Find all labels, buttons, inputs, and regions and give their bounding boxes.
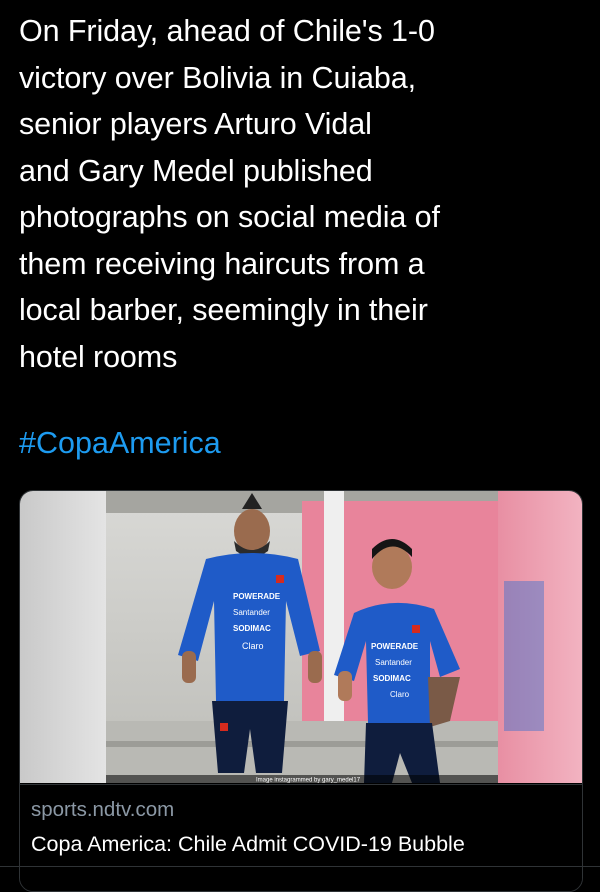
svg-text:POWERADE: POWERADE xyxy=(233,592,281,601)
tweet-text-line: On Friday, ahead of Chile's 1-0 xyxy=(19,14,435,48)
divider xyxy=(0,866,600,867)
hashtag-link[interactable]: #CopaAmerica xyxy=(19,420,221,466)
tweet-text-line: hotel rooms xyxy=(19,339,178,374)
tweet-text: On Friday, ahead of Chile's 1-0 victory … xyxy=(19,8,579,380)
card-domain: sports.ndtv.com xyxy=(31,798,175,821)
image-watermark: Image instagrammed by gary_medel17 xyxy=(256,778,361,784)
card-image[interactable]: POWERADE Santander SODIMAC Claro POWERAD… xyxy=(20,491,582,783)
card-title[interactable]: Copa America: Chile Admit COVID-19 Bubbl… xyxy=(31,830,465,858)
svg-text:Santander: Santander xyxy=(233,608,270,617)
tweet-text-line: them receiving haircuts from a xyxy=(19,246,425,281)
tweet-text-line: victory over Bolivia in Cuiaba, xyxy=(19,60,416,95)
card-footer[interactable]: sports.ndtv.com Copa America: Chile Admi… xyxy=(20,784,582,891)
svg-text:POWERADE: POWERADE xyxy=(371,642,419,651)
svg-text:SODIMAC: SODIMAC xyxy=(233,624,271,633)
tweet-text-line: and Gary Medel published xyxy=(19,153,373,188)
tweet-text-line: photographs on social media of xyxy=(19,200,440,234)
tweet-text-line: senior players Arturo Vidal xyxy=(19,107,372,141)
svg-text:SODIMAC: SODIMAC xyxy=(373,674,411,683)
svg-text:Claro: Claro xyxy=(390,690,410,699)
tweet-text-line: local barber, seemingly in their xyxy=(19,293,428,327)
link-preview-card[interactable]: POWERADE Santander SODIMAC Claro POWERAD… xyxy=(19,490,583,892)
svg-text:Claro: Claro xyxy=(242,641,264,651)
svg-text:Santander: Santander xyxy=(375,658,412,667)
